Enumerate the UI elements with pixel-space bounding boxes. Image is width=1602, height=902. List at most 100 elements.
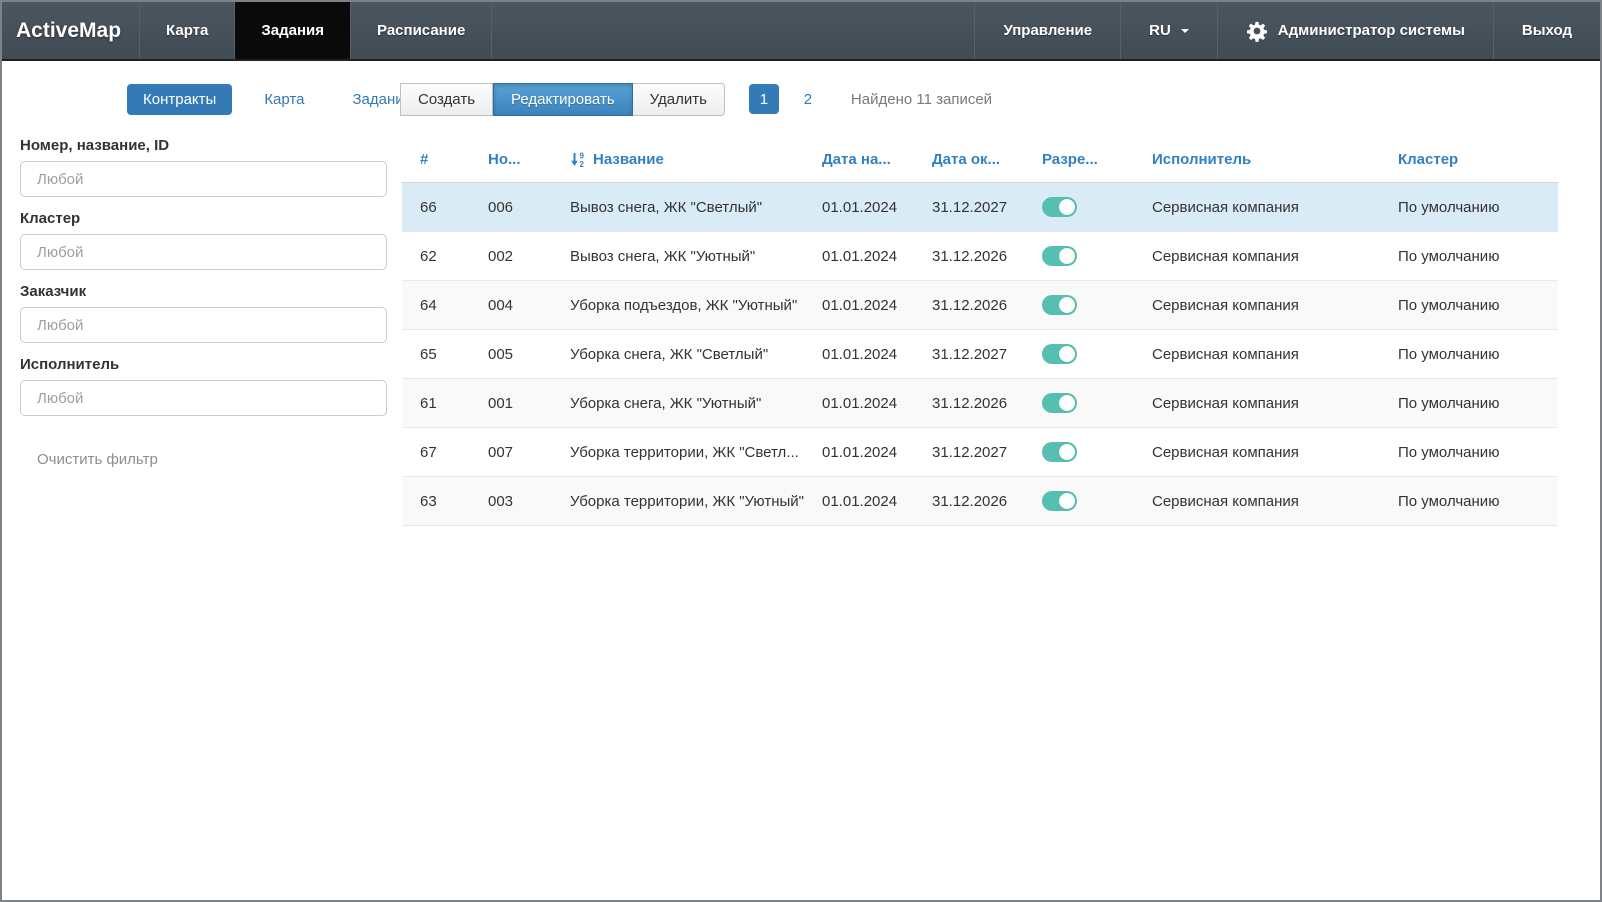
sort-asc-icon: 9 2 <box>570 151 587 168</box>
toggle-knob <box>1059 248 1075 264</box>
clear-filter-link[interactable]: Очистить фильтр <box>37 451 158 468</box>
table-row[interactable]: 63 003 Уборка территории, ЖК "Уютный" 01… <box>402 477 1558 526</box>
cell-executor: Сервисная компания <box>1134 330 1380 378</box>
filter-field: Номер, название, ID <box>20 137 387 197</box>
enabled-toggle[interactable] <box>1042 197 1077 217</box>
table-row[interactable]: 66 006 Вывоз снега, ЖК "Светлый" 01.01.2… <box>402 183 1558 232</box>
enabled-toggle[interactable] <box>1042 491 1077 511</box>
filter-field: Заказчик <box>20 283 387 343</box>
main-content: Номер, название, ID Кластер Заказчик <box>2 137 1600 526</box>
table-row[interactable]: 65 005 Уборка снега, ЖК "Светлый" 01.01.… <box>402 330 1558 379</box>
language-selector[interactable]: RU <box>1120 2 1217 59</box>
cell-index: 66 <box>402 183 470 231</box>
management-label: Управление <box>1003 22 1092 39</box>
cell-date-start: 01.01.2024 <box>804 232 914 280</box>
cell-enabled <box>1024 477 1134 525</box>
filter-label: Исполнитель <box>20 356 387 373</box>
column-header-enabled[interactable]: Разре... <box>1024 137 1134 182</box>
cell-date-end: 31.12.2027 <box>914 330 1024 378</box>
table-row[interactable]: 67 007 Уборка территории, ЖК "Светл... 0… <box>402 428 1558 477</box>
main-nav-tab-label: Расписание <box>377 22 465 39</box>
filter-input[interactable] <box>20 234 387 270</box>
cell-number: 001 <box>470 379 552 427</box>
logout-button[interactable]: Выход <box>1493 2 1600 59</box>
column-header-name[interactable]: 9 2 Название <box>552 137 804 182</box>
cell-date-end: 31.12.2027 <box>914 428 1024 476</box>
filter-field: Исполнитель <box>20 356 387 416</box>
cell-enabled <box>1024 281 1134 329</box>
filter-input[interactable] <box>20 161 387 197</box>
cell-date-start: 01.01.2024 <box>804 183 914 231</box>
cell-number: 004 <box>470 281 552 329</box>
cell-cluster: По умолчанию <box>1380 232 1558 280</box>
action-button-group: Создать Редактировать Удалить <box>400 83 725 116</box>
cell-date-start: 01.01.2024 <box>804 428 914 476</box>
cell-date-start: 01.01.2024 <box>804 477 914 525</box>
cell-date-start: 01.01.2024 <box>804 330 914 378</box>
cell-date-end: 31.12.2027 <box>914 183 1024 231</box>
column-header-index[interactable]: # <box>402 137 470 182</box>
svg-text:2: 2 <box>580 160 585 168</box>
cell-cluster: По умолчанию <box>1380 379 1558 427</box>
table-row[interactable]: 62 002 Вывоз снега, ЖК "Уютный" 01.01.20… <box>402 232 1558 281</box>
filter-label: Номер, название, ID <box>20 137 387 154</box>
column-header-date-end[interactable]: Дата ок... <box>914 137 1024 182</box>
page-button[interactable]: 2 <box>793 84 823 114</box>
cell-date-end: 31.12.2026 <box>914 232 1024 280</box>
enabled-toggle[interactable] <box>1042 393 1077 413</box>
user-name: Администратор системы <box>1278 22 1465 39</box>
cell-cluster: По умолчанию <box>1380 428 1558 476</box>
cell-name: Вывоз снега, ЖК "Светлый" <box>552 183 804 231</box>
toggle-knob <box>1059 395 1075 411</box>
column-header-date-start[interactable]: Дата на... <box>804 137 914 182</box>
cell-cluster: По умолчанию <box>1380 477 1558 525</box>
cell-number: 005 <box>470 330 552 378</box>
result-count: Найдено 11 записей <box>851 91 992 108</box>
toggle-knob <box>1059 346 1075 362</box>
cell-number: 003 <box>470 477 552 525</box>
cell-executor: Сервисная компания <box>1134 281 1380 329</box>
column-header-number[interactable]: Но... <box>470 137 552 182</box>
main-nav-tab[interactable]: Задания <box>234 2 350 59</box>
cell-cluster: По умолчанию <box>1380 183 1558 231</box>
column-header-executor[interactable]: Исполнитель <box>1134 137 1380 182</box>
section-nav: Контракты Карта Задания <box>127 84 400 115</box>
toggle-knob <box>1059 297 1075 313</box>
cell-index: 65 <box>402 330 470 378</box>
main-nav-tab[interactable]: Карта <box>139 2 234 59</box>
section-nav-tab[interactable]: Контракты <box>127 84 232 115</box>
cell-number: 006 <box>470 183 552 231</box>
main-nav-tab[interactable]: Расписание <box>350 2 492 59</box>
filter-input[interactable] <box>20 307 387 343</box>
cell-enabled <box>1024 183 1134 231</box>
management-menu[interactable]: Управление <box>974 2 1120 59</box>
user-menu[interactable]: Администратор системы <box>1217 2 1493 59</box>
language-label: RU <box>1149 22 1171 39</box>
table-row[interactable]: 61 001 Уборка снега, ЖК "Уютный" 01.01.2… <box>402 379 1558 428</box>
action-button[interactable]: Редактировать <box>493 83 633 116</box>
action-button[interactable]: Создать <box>400 83 493 116</box>
enabled-toggle[interactable] <box>1042 442 1077 462</box>
navbar-right: Управление RU Администратор системы Выхо… <box>974 2 1600 59</box>
enabled-toggle[interactable] <box>1042 246 1077 266</box>
action-button[interactable]: Удалить <box>633 83 725 116</box>
toggle-knob <box>1059 444 1075 460</box>
section-nav-tab[interactable]: Карта <box>248 84 320 115</box>
gear-icon <box>1246 20 1268 42</box>
column-header-cluster[interactable]: Кластер <box>1380 137 1558 182</box>
contracts-table: # Но... 9 2 Название Дата на... Дата ок.… <box>402 137 1558 526</box>
page-button[interactable]: 1 <box>749 84 779 114</box>
enabled-toggle[interactable] <box>1042 295 1077 315</box>
filter-input[interactable] <box>20 380 387 416</box>
table-row[interactable]: 64 004 Уборка подъездов, ЖК "Уютный" 01.… <box>402 281 1558 330</box>
cell-name: Уборка территории, ЖК "Уютный" <box>552 477 804 525</box>
cell-enabled <box>1024 330 1134 378</box>
cell-name: Уборка подъездов, ЖК "Уютный" <box>552 281 804 329</box>
cell-executor: Сервисная компания <box>1134 477 1380 525</box>
cell-name: Уборка снега, ЖК "Уютный" <box>552 379 804 427</box>
cell-date-end: 31.12.2026 <box>914 477 1024 525</box>
cell-number: 007 <box>470 428 552 476</box>
cell-enabled <box>1024 428 1134 476</box>
cell-index: 67 <box>402 428 470 476</box>
enabled-toggle[interactable] <box>1042 344 1077 364</box>
